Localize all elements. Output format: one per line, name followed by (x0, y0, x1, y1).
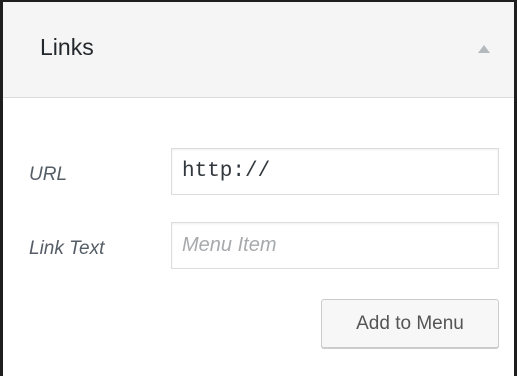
panel-title: Links (40, 34, 94, 60)
link-text-input[interactable] (171, 222, 499, 269)
links-panel-header[interactable]: Links (3, 2, 514, 98)
links-panel: Links URL Link Text Add to Menu (0, 0, 517, 376)
url-input[interactable] (171, 148, 499, 195)
arrow-up-icon[interactable] (478, 45, 490, 53)
add-to-menu-button[interactable]: Add to Menu (321, 299, 499, 348)
url-label: URL (29, 164, 68, 185)
link-text-label: Link Text (29, 238, 105, 259)
